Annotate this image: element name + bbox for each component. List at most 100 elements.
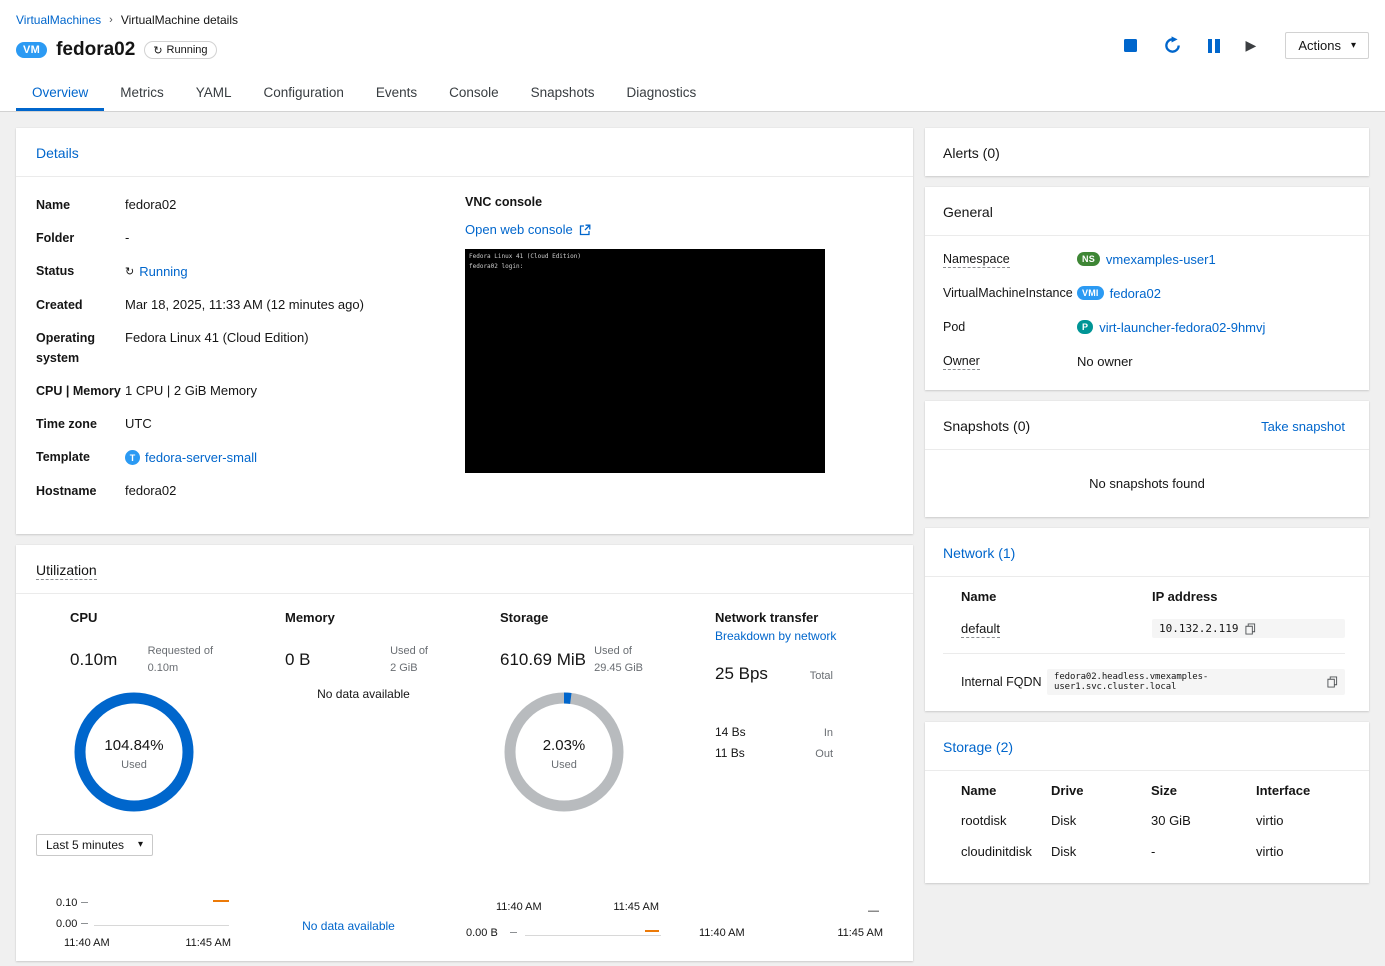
utilization-body: CPU 0.10m Requested of 0.10m 104.8	[16, 594, 913, 961]
template-link[interactable]: T fedora-server-small	[125, 448, 257, 468]
cpu-requested-of: Requested of 0.10m	[148, 643, 227, 677]
detail-row-cpu-memory: CPU | Memory 1 CPU | 2 GiB Memory	[36, 381, 465, 401]
detail-row-timezone: Time zone UTC	[36, 414, 465, 434]
detail-row-folder: Folder -	[36, 228, 465, 248]
network-card-title-link[interactable]: Network (1)	[943, 545, 1015, 561]
vnc-console-preview[interactable]: Fedora Linux 41 (Cloud Edition) fedora02…	[465, 249, 825, 473]
stop-icon	[1124, 39, 1137, 52]
tab-snapshots[interactable]: Snapshots	[515, 75, 611, 111]
breadcrumb: VirtualMachines › VirtualMachine details	[16, 13, 1385, 27]
pod-kind-badge: P	[1077, 320, 1093, 334]
cpu-chart-ymax: 0.10	[56, 897, 88, 909]
storage-utilization-column: Storage 610.69 MiB Used of 29.45 GiB	[466, 610, 681, 949]
general-card-title: General	[943, 204, 993, 220]
disk-interface: virtio	[1256, 844, 1345, 859]
storage-card-title-link[interactable]: Storage (2)	[943, 739, 1013, 755]
utilization-card-title[interactable]: Utilization	[36, 562, 97, 580]
pause-icon	[1208, 39, 1220, 53]
general-card: General Namespace NS vmexamples-user1 Vi…	[925, 187, 1369, 390]
memory-utilization-column: Memory 0 B Used of 2 GiB No data availab…	[251, 610, 466, 949]
pod-label: Pod	[943, 320, 965, 334]
template-value: fedora-server-small	[145, 448, 257, 468]
vm-status-badge[interactable]: ↻ Running	[144, 41, 216, 59]
tab-console[interactable]: Console	[433, 75, 515, 111]
storage-col-interface: Interface	[1256, 783, 1345, 798]
cpu-chart-series-segment	[213, 900, 229, 902]
network-name-value[interactable]: default	[961, 621, 1000, 638]
alerts-card-title[interactable]: Alerts (0)	[943, 145, 1000, 161]
details-card-title-link[interactable]: Details	[36, 145, 79, 161]
cpu-chart-xstart: 11:40 AM	[64, 937, 110, 949]
cpu-donut-label: Used	[121, 759, 147, 771]
stop-vm-button[interactable]	[1111, 34, 1150, 58]
network-sparkline-chart: — 11:40 AM 11:45 AM	[681, 905, 883, 949]
memory-chart-no-data-text: No data available	[302, 919, 395, 933]
tab-overview[interactable]: Overview	[16, 75, 104, 111]
vm-status-label: Running	[167, 44, 208, 56]
network-col-ip: IP address	[1152, 589, 1345, 604]
storage-col-size: Size	[1151, 783, 1256, 798]
owner-label[interactable]: Owner	[943, 354, 980, 370]
tab-configuration[interactable]: Configuration	[248, 75, 360, 111]
actions-dropdown[interactable]: Actions ▾	[1285, 32, 1369, 59]
vnc-console-title: VNC console	[465, 195, 825, 209]
namespace-link[interactable]: vmexamples-user1	[1106, 252, 1216, 267]
pod-link[interactable]: virt-launcher-fedora02-9hmvj	[1099, 320, 1265, 335]
storage-used-of: Used of 29.45 GiB	[594, 643, 657, 677]
template-kind-icon: T	[125, 450, 140, 465]
pause-vm-button[interactable]	[1195, 34, 1233, 58]
network-out-value: 11 Bs	[715, 746, 745, 760]
fqdn-chip: fedora02.headless.vmexamples-user1.svc.c…	[1047, 669, 1345, 695]
network-transfer-title: Network transfer	[715, 610, 879, 625]
network-table: Name IP address default 10.132.2.119	[925, 577, 1369, 711]
disk-interface: virtio	[1256, 813, 1345, 828]
tab-yaml[interactable]: YAML	[180, 75, 248, 111]
storage-chart-xstart: 11:40 AM	[496, 901, 542, 913]
breadcrumb-virtualmachines-link[interactable]: VirtualMachines	[16, 13, 101, 27]
general-row-owner: Owner No owner	[943, 352, 1345, 370]
detail-label: Time zone	[36, 414, 125, 434]
vmi-link[interactable]: fedora02	[1110, 286, 1161, 301]
play-vm-button[interactable]: ▶	[1233, 34, 1270, 58]
network-total-label: Total	[810, 670, 833, 682]
network-chart-xstart: 11:40 AM	[699, 927, 745, 939]
detail-value: fedora02	[125, 195, 176, 215]
time-range-dropdown[interactable]: Last 5 minutes ▾	[36, 834, 153, 856]
utilization-card: Utilization CPU 0.10m Requested of 0.10m	[16, 545, 913, 961]
storage-title: Storage	[500, 610, 657, 625]
general-body: Namespace NS vmexamples-user1 VirtualMac…	[925, 236, 1369, 390]
copy-ip-button[interactable]	[1245, 623, 1256, 635]
open-web-console-link[interactable]: Open web console	[465, 222, 591, 237]
detail-value: Fedora Linux 41 (Cloud Edition)	[125, 328, 309, 368]
vmi-kind-badge: VMI	[1077, 286, 1104, 300]
detail-value: fedora02	[125, 481, 176, 501]
detail-label: Name	[36, 195, 125, 215]
storage-value: 610.69 MiB	[500, 651, 586, 670]
open-web-console-label: Open web console	[465, 222, 573, 237]
detail-row-template: Template T fedora-server-small	[36, 447, 465, 468]
breadcrumb-current: VirtualMachine details	[121, 13, 238, 27]
tab-metrics[interactable]: Metrics	[104, 75, 180, 111]
namespace-label[interactable]: Namespace	[943, 252, 1010, 268]
owner-value: No owner	[1077, 354, 1133, 369]
take-snapshot-link[interactable]: Take snapshot	[1261, 419, 1345, 434]
breakdown-by-network-link[interactable]: Breakdown by network	[715, 629, 836, 643]
storage-donut-percent: 2.03%	[542, 737, 585, 754]
breadcrumb-separator-icon: ›	[109, 14, 113, 26]
copy-fqdn-button[interactable]	[1327, 676, 1338, 688]
disk-size: 30 GiB	[1151, 813, 1256, 828]
cpu-chart-baseline	[94, 925, 229, 926]
cpu-donut-percent: 104.84%	[104, 737, 163, 754]
cpu-donut-chart: 104.84% Used	[71, 689, 197, 818]
vm-status-link[interactable]: ↻ Running	[125, 262, 188, 282]
tab-diagnostics[interactable]: Diagnostics	[610, 75, 712, 111]
ip-address-chip: 10.132.2.119	[1152, 619, 1345, 638]
details-card: Details Name fedora02 Folder - Status	[16, 128, 913, 534]
restart-vm-button[interactable]	[1150, 34, 1195, 58]
detail-label: CPU | Memory	[36, 381, 125, 401]
alerts-card: Alerts (0)	[925, 128, 1369, 176]
tab-events[interactable]: Events	[360, 75, 433, 111]
cpu-value: 0.10m	[70, 651, 117, 670]
network-out-label: Out	[815, 748, 833, 760]
storage-card: Storage (2) Name Drive Size Interface ro…	[925, 722, 1369, 883]
